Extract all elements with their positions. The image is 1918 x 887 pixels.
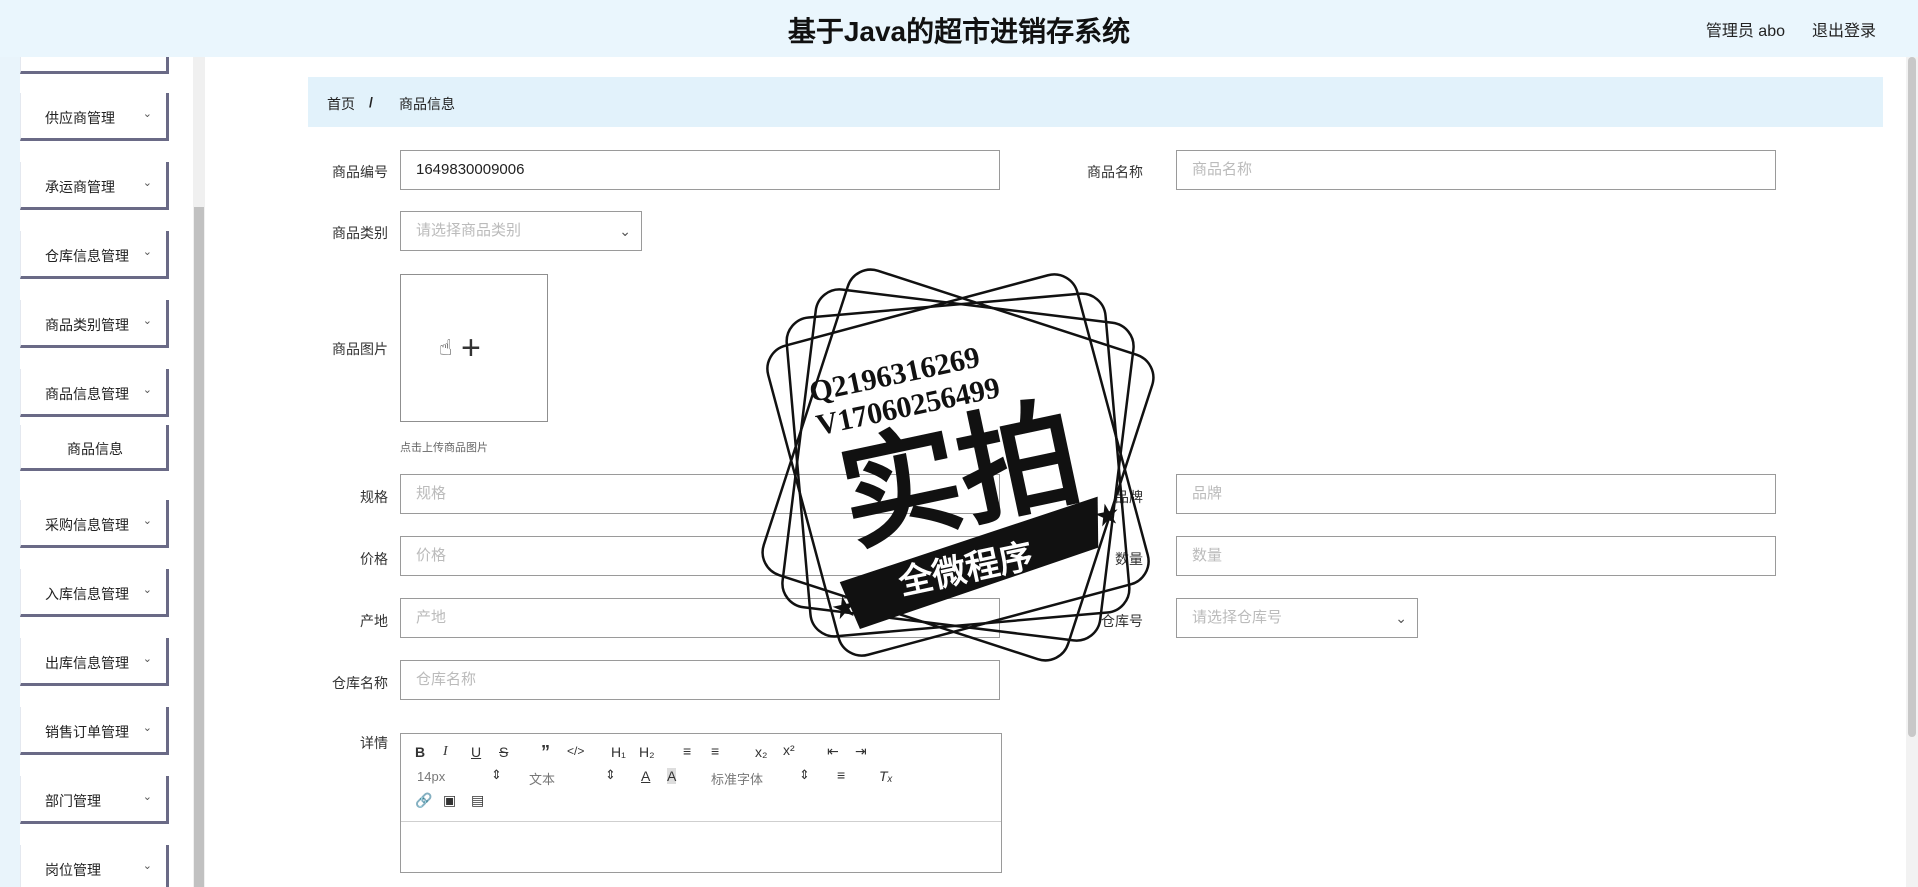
strike-icon[interactable]: S [499,744,508,760]
chevron-down-icon: ⌄ [142,384,152,396]
chevron-down-icon: ⌄ [142,791,152,803]
outdent-icon[interactable]: ⇤ [827,743,839,760]
chevron-down-icon: ⌄ [1395,610,1407,626]
chevron-down-icon: ⌄ [142,722,152,734]
chevron-down-icon: ⌄ [142,315,152,327]
font-family-arrows-icon[interactable]: ⇕ [799,767,810,783]
breadcrumb: 首页 / 商品信息 [308,77,1883,127]
product-name-label: 商品名称 [1087,164,1143,180]
current-user: 管理员 abo [1705,23,1785,40]
star-icon: ★ [1091,497,1124,535]
image-upload[interactable]: ☝ + [400,274,548,422]
category-label: 商品类别 [332,225,388,241]
price-label: 价格 [360,551,388,567]
detail-label: 详情 [360,735,388,751]
image-upload-hint: 点击上传商品图片 [400,442,488,454]
chevron-down-icon: ⌄ [142,246,152,258]
code-icon[interactable]: </> [567,744,584,758]
chevron-down-icon: ⌄ [142,177,152,189]
bullet-list-icon[interactable]: ≡ [711,743,719,759]
sidebar-item-category[interactable]: 商品类别管理 ⌄ [20,300,169,348]
sidebar-item-warehouse[interactable]: 仓库信息管理 ⌄ [20,231,169,279]
origin-label: 产地 [360,613,388,629]
superscript-icon[interactable]: x² [783,742,795,758]
sidebar-item-supplier[interactable]: 供应商管理 ⌄ [20,93,169,141]
category-select[interactable]: 请选择商品类别 ⌄ [400,211,642,251]
heading1-icon[interactable]: H₁ [611,744,626,760]
sidebar-item-partial[interactable] [20,57,169,74]
sidebar-item-department[interactable]: 部门管理 ⌄ [20,776,169,824]
page-scrollbar-thumb[interactable] [1908,57,1916,737]
product-name-input[interactable]: 商品名称 [1176,150,1776,190]
ordered-list-icon[interactable]: ≡ [683,743,691,759]
top-header: 基于Java的超市进销存系统 管理员 abo 退出登录 [0,0,1918,57]
paragraph-arrows-icon[interactable]: ⇕ [605,767,616,783]
sidebar-item-product[interactable]: 商品信息管理 ⌄ [20,369,169,417]
rich-text-editor: B I U S ” </> H₁ H₂ ≡ ≡ x₂ x² ⇤ ⇥ 14px ⇕… [400,733,1002,873]
plus-icon: + [461,329,481,367]
sidebar-item-carrier[interactable]: 承运商管理 ⌄ [20,162,169,210]
text-color-icon[interactable]: A [641,768,650,784]
product-no-input[interactable]: 1649830009006 [400,150,1000,190]
indent-icon[interactable]: ⇥ [855,743,867,760]
chevron-down-icon: ⌄ [619,223,631,239]
clear-format-icon[interactable]: Tₓ [879,768,893,784]
sidebar-scrollbar-thumb[interactable] [194,207,204,887]
chevron-down-icon: ⌄ [142,860,152,872]
chevron-down-icon: ⌄ [142,653,152,665]
breadcrumb-separator: / [369,94,373,110]
sidebar-item-stock-out[interactable]: 出库信息管理 ⌄ [20,638,169,686]
warehouse-name-label: 仓库名称 [332,675,388,691]
font-size-select[interactable]: 14px [417,769,445,784]
chevron-down-icon: ⌄ [142,108,152,120]
paragraph-select[interactable]: 文本 [529,769,555,788]
font-family-select[interactable]: 标准字体 [711,769,763,788]
watermark-stamp: Q2196316269 V17060256499 实拍 全微程序 ★ ★ [748,255,1168,675]
italic-icon[interactable]: I [443,744,448,760]
image-label: 商品图片 [332,341,388,357]
sidebar-item-position[interactable]: 岗位管理 ⌄ [20,845,169,887]
sidebar-item-sales-order[interactable]: 销售订单管理 ⌄ [20,707,169,755]
underline-icon[interactable]: U [471,744,481,760]
link-icon[interactable]: 🔗 [415,792,432,809]
sidebar-item-stock-in[interactable]: 入库信息管理 ⌄ [20,569,169,617]
quantity-input[interactable]: 数量 [1176,536,1776,576]
logout-link[interactable]: 退出登录 [1812,17,1876,41]
breadcrumb-home[interactable]: 首页 [327,94,355,114]
align-icon[interactable]: ≡ [837,767,845,783]
bold-icon[interactable]: B [415,744,425,760]
video-icon[interactable]: ▤ [471,792,484,809]
sidebar-item-purchase[interactable]: 采购信息管理 ⌄ [20,500,169,548]
image-icon[interactable]: ▣ [443,792,456,809]
hand-cursor-icon: ☝ [439,335,453,360]
sidebar-subitem-product-info[interactable]: 商品信息 [20,425,169,471]
breadcrumb-current: 商品信息 [399,96,455,112]
chevron-down-icon: ⌄ [142,584,152,596]
background-color-icon[interactable]: A [667,768,677,784]
brand-input[interactable]: 品牌 [1176,474,1776,514]
sidebar-scrollbar[interactable] [193,57,205,887]
sidebar: 供应商管理 ⌄ 承运商管理 ⌄ 仓库信息管理 ⌄ 商品类别管理 ⌄ 商品信息管理… [0,57,205,887]
page-scrollbar[interactable] [1906,57,1918,887]
spec-label: 规格 [360,489,388,505]
app-title: 基于Java的超市进销存系统 [787,16,1131,47]
chevron-down-icon: ⌄ [142,515,152,527]
editor-toolbar: B I U S ” </> H₁ H₂ ≡ ≡ x₂ x² ⇤ ⇥ 14px ⇕… [401,734,1001,822]
product-no-label: 商品编号 [332,164,388,180]
font-size-arrows-icon[interactable]: ⇕ [491,767,502,783]
heading2-icon[interactable]: H₂ [639,744,655,760]
subscript-icon[interactable]: x₂ [755,744,767,760]
warehouse-no-select[interactable]: 请选择仓库号 ⌄ [1176,598,1418,638]
quote-icon[interactable]: ” [541,742,550,763]
